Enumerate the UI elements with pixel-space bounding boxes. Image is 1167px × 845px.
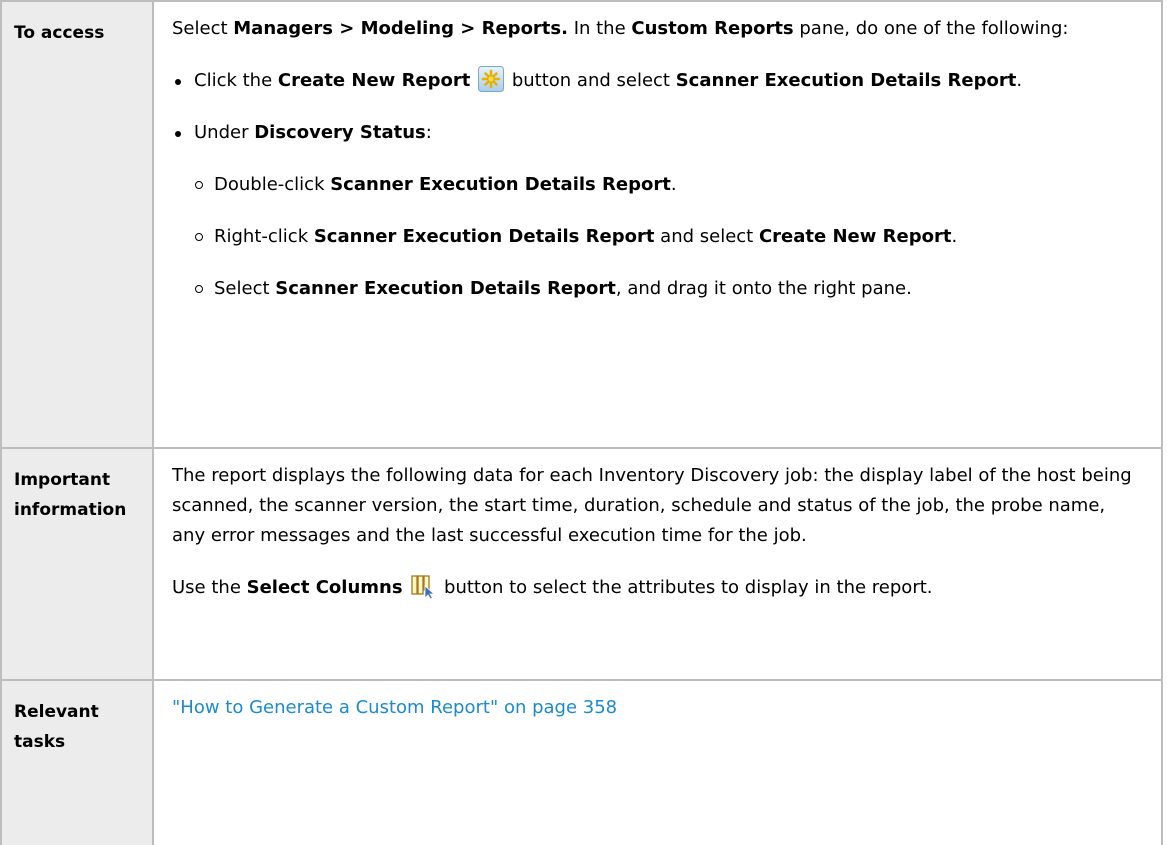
text: Double-click — [214, 174, 331, 195]
sublist-item: Select Scanner Execution Details Report,… — [194, 274, 1143, 304]
row-body-important-information: The report displays the following data f… — [152, 447, 1163, 681]
text: pane, do one of the following: — [793, 18, 1069, 39]
text: , and drag it onto the right pane. — [615, 278, 912, 299]
row-header-label: information — [14, 500, 127, 520]
text: . — [1016, 70, 1023, 91]
row-header-label: tasks — [14, 732, 66, 752]
text: Select — [172, 18, 234, 39]
select-columns-paragraph: Use the Select Columns button to select … — [172, 573, 1143, 603]
text: and select — [654, 226, 759, 247]
text: : — [425, 122, 432, 143]
text: Select — [214, 278, 276, 299]
text: button to select the attributes to displ… — [438, 577, 933, 598]
pane-name: Custom Reports — [631, 18, 794, 39]
text: Use the — [172, 577, 247, 598]
menu-path: Managers > Modeling > Reports. — [233, 18, 568, 39]
ui-term: Scanner Execution Details Report — [275, 278, 616, 299]
text: . — [670, 174, 677, 195]
list-item: Click the Create New Report button and s… — [172, 66, 1143, 96]
text: Under — [194, 122, 255, 143]
text: Click the — [194, 70, 278, 91]
ui-term: Discovery Status — [254, 122, 426, 143]
ui-term: Scanner Execution Details Report — [675, 70, 1017, 91]
ui-term: Scanner Execution Details Report — [313, 226, 655, 247]
text: Right-click — [214, 226, 314, 247]
access-intro: Select Managers > Modeling > Reports. In… — [172, 14, 1143, 44]
ui-term: Scanner Execution Details Report — [330, 174, 671, 195]
ui-term: Select Columns — [246, 577, 403, 598]
ui-term: Create New Report — [758, 226, 952, 247]
sublist-item: Right-click Scanner Execution Details Re… — [194, 222, 1143, 252]
text: . — [951, 226, 958, 247]
text: In the — [567, 18, 632, 39]
custom-report-link[interactable]: "How to Generate a Custom Report" on pag… — [172, 697, 617, 718]
create-new-report-icon — [478, 66, 505, 92]
row-header-label: Relevant — [14, 702, 99, 722]
row-header-to-access: To access — [0, 0, 154, 449]
sublist-item: Double-click Scanner Execution Details R… — [194, 170, 1143, 200]
discovery-status-sublist: Double-click Scanner Execution Details R… — [194, 170, 1143, 304]
row-header-label: Important — [14, 470, 111, 490]
row-header-label: To access — [14, 23, 105, 43]
table-row: Important information The report display… — [0, 447, 1163, 681]
text: button and select — [506, 70, 676, 91]
important-paragraph: The report displays the following data f… — [172, 465, 1132, 546]
table-row: Relevant tasks "How to Generate a Custom… — [0, 679, 1163, 845]
row-header-relevant-tasks: Relevant tasks — [0, 679, 154, 845]
row-header-important-information: Important information — [0, 447, 154, 681]
ui-term: Create New Report — [277, 70, 471, 91]
row-body-to-access: Select Managers > Modeling > Reports. In… — [152, 0, 1163, 449]
access-steps-list: Click the Create New Report button and s… — [172, 66, 1143, 304]
table-row: To access Select Managers > Modeling > R… — [0, 0, 1163, 449]
select-columns-icon — [410, 573, 436, 599]
row-body-relevant-tasks: "How to Generate a Custom Report" on pag… — [152, 679, 1163, 845]
info-table: To access Select Managers > Modeling > R… — [0, 0, 1163, 845]
list-item: Under Discovery Status: Double-click Sca… — [172, 118, 1143, 304]
